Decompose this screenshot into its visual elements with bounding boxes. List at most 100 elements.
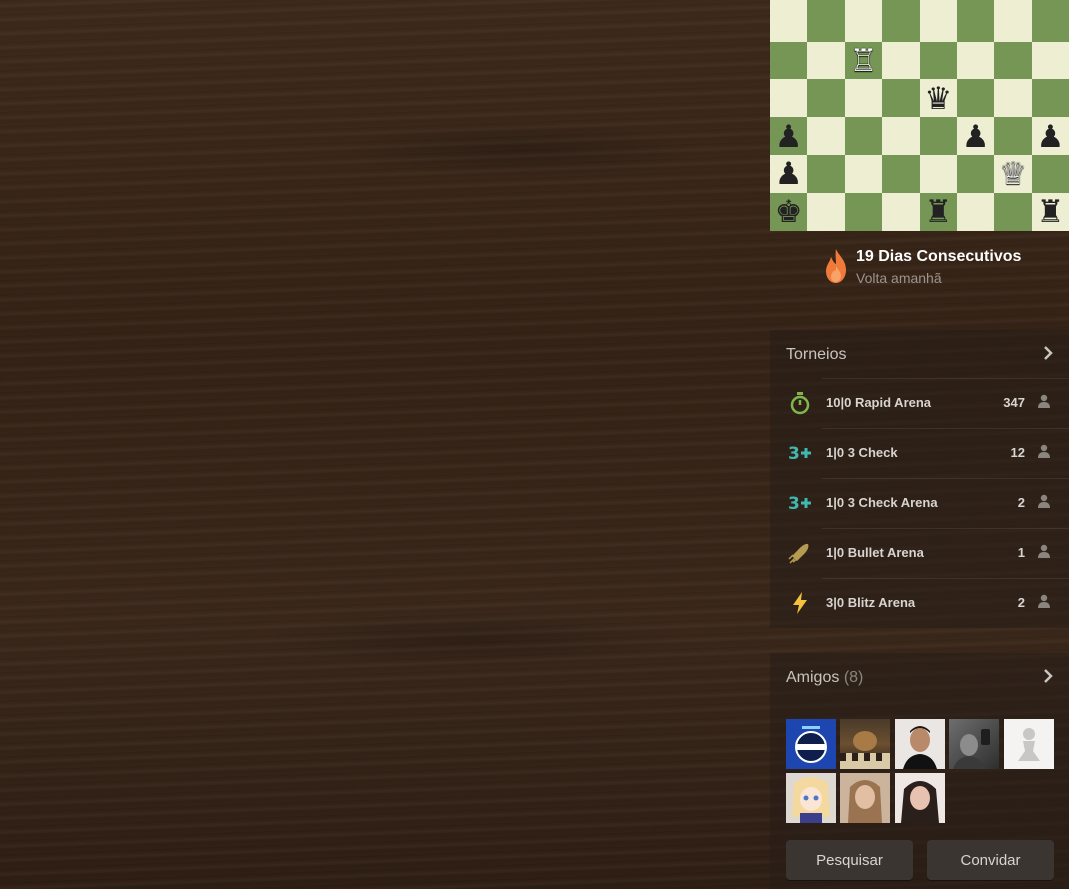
board-square[interactable] (956, 154, 995, 193)
board-square[interactable] (844, 117, 883, 155)
board-square[interactable] (919, 3, 957, 42)
board-square[interactable] (994, 41, 1032, 80)
chevron-right-icon[interactable] (1041, 669, 1055, 683)
user-icon (1038, 544, 1050, 558)
streak-subtitle: Volta amanhã (856, 270, 942, 286)
white-rook-icon: ♖ (849, 42, 878, 78)
board-square[interactable] (844, 79, 883, 118)
friend-avatar[interactable] (949, 719, 999, 769)
board-square[interactable] (882, 192, 920, 231)
black-rook-icon: ♜ (1036, 194, 1065, 230)
board-square[interactable] (1031, 41, 1069, 80)
tournament-row[interactable]: 3|0 Blitz Arena 2 (770, 578, 1069, 628)
black-pawn-icon: ♟ (774, 118, 803, 154)
board-square[interactable] (807, 154, 845, 193)
friend-avatar[interactable] (786, 719, 836, 769)
user-icon (1038, 394, 1050, 408)
bullet-icon (788, 541, 812, 565)
tournament-row[interactable]: 1|0 Bullet Arena 1 (770, 528, 1069, 578)
search-friends-button[interactable]: Pesquisar (786, 840, 913, 880)
black-pawn-icon: ♟ (774, 156, 803, 192)
board-square[interactable]: ♛ (919, 79, 957, 118)
board-square[interactable] (770, 3, 808, 42)
tournament-row[interactable]: 3 1|0 3 Check 12 (770, 428, 1069, 478)
friend-avatar[interactable] (840, 773, 890, 823)
board-square[interactable]: ♚ (770, 192, 808, 231)
tournaments-header[interactable]: Torneios (786, 346, 846, 364)
friend-avatar[interactable] (786, 773, 836, 823)
tournament-player-count: 12 (1010, 445, 1025, 460)
board-square[interactable] (919, 154, 957, 193)
board-square[interactable]: ♟ (1031, 117, 1069, 155)
board-square[interactable] (919, 117, 957, 155)
row-divider (822, 478, 1069, 479)
tournament-player-count: 2 (1017, 495, 1025, 510)
board-square[interactable] (882, 117, 920, 155)
board-square[interactable] (882, 3, 920, 42)
board-square[interactable] (770, 41, 808, 80)
black-pawn-icon: ♟ (1036, 118, 1065, 154)
board-square[interactable] (994, 79, 1032, 118)
board-square[interactable]: ♟ (956, 117, 995, 155)
stopwatch-icon (788, 391, 812, 415)
three-check-icon: 3 (788, 441, 812, 465)
svg-text:3: 3 (788, 444, 800, 464)
board-square[interactable] (882, 154, 920, 193)
friends-count: (8) (843, 669, 864, 686)
black-queen-icon: ♛ (924, 80, 953, 116)
friend-avatar[interactable] (1004, 719, 1054, 769)
board-square[interactable] (994, 192, 1032, 231)
tournament-player-count: 1 (1017, 545, 1025, 560)
board-square[interactable] (956, 41, 995, 80)
board-square[interactable] (1031, 154, 1069, 193)
board-square[interactable]: ♕ (994, 154, 1032, 193)
board-square[interactable]: ♟ (770, 154, 808, 193)
board-square[interactable] (994, 3, 1032, 42)
board-square[interactable] (807, 3, 845, 42)
black-rook-icon: ♜ (924, 194, 953, 230)
board-square[interactable] (770, 79, 808, 118)
board-square[interactable] (1031, 79, 1069, 118)
board-square[interactable]: ♜ (919, 192, 957, 231)
board-square[interactable]: ♖ (844, 41, 883, 80)
board-square[interactable] (807, 192, 845, 231)
board-square[interactable]: ♜ (1031, 192, 1069, 231)
row-divider (822, 528, 1069, 529)
tournament-row[interactable]: 3 1|0 3 Check Arena 2 (770, 478, 1069, 528)
chevron-right-icon[interactable] (1041, 346, 1055, 360)
user-icon (1038, 444, 1050, 458)
board-square[interactable] (807, 117, 845, 155)
tournament-row[interactable]: 10|0 Rapid Arena 347 (770, 378, 1069, 428)
board-square[interactable] (919, 41, 957, 80)
board-square[interactable]: ♟ (770, 117, 808, 155)
board-square[interactable] (844, 3, 883, 42)
board-square[interactable] (994, 117, 1032, 155)
board-square[interactable] (844, 192, 883, 231)
friend-avatar[interactable] (895, 773, 945, 823)
row-divider (822, 428, 1069, 429)
tournament-name: 1|0 3 Check (826, 445, 898, 460)
user-icon (1038, 594, 1050, 608)
friend-avatar[interactable] (840, 719, 890, 769)
chess-board-preview[interactable]: ♖♖♖♖♖♛♟♟♟♟♕♚♜♜ (770, 0, 1069, 231)
friend-avatar[interactable] (895, 719, 945, 769)
board-square[interactable] (956, 3, 995, 42)
board-square[interactable] (882, 79, 920, 118)
board-square[interactable] (956, 79, 995, 118)
row-divider (822, 378, 1069, 379)
board-square[interactable] (844, 154, 883, 193)
board-square[interactable] (807, 41, 845, 80)
board-square[interactable] (807, 79, 845, 118)
svg-text:3: 3 (788, 494, 800, 514)
tournament-name: 1|0 3 Check Arena (826, 495, 938, 510)
tournaments-panel: Torneios 10|0 Rapid Arena 347 3 1|0 3 Check… (770, 330, 1069, 628)
flame-icon (826, 249, 846, 283)
board-square[interactable] (882, 41, 920, 80)
friends-header[interactable]: Amigos (8) (786, 669, 863, 687)
streak-title: 19 Dias Consecutivos (856, 248, 1022, 265)
board-square[interactable] (956, 192, 995, 231)
board-square[interactable] (1031, 3, 1069, 42)
invite-friends-button[interactable]: Convidar (927, 840, 1054, 880)
tournament-name: 3|0 Blitz Arena (826, 595, 916, 610)
tournament-player-count: 2 (1017, 595, 1025, 610)
